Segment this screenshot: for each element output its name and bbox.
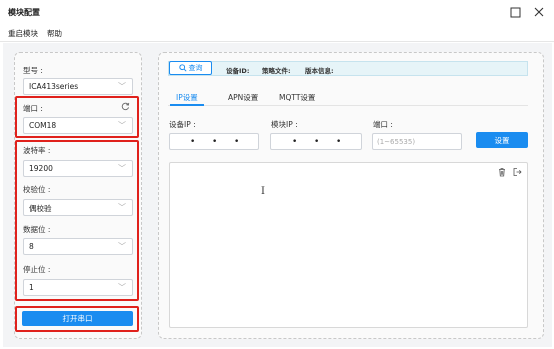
port-value: COM18 bbox=[29, 121, 57, 130]
port-select[interactable]: COM18 ﹀ bbox=[23, 117, 133, 134]
chevron-down-icon: ﹀ bbox=[118, 242, 126, 251]
parity-select[interactable]: 偶校验 ﹀ bbox=[23, 199, 133, 216]
query-button[interactable]: 查询 bbox=[169, 61, 212, 75]
search-icon bbox=[178, 64, 187, 72]
device-ip-input[interactable]: • • • bbox=[169, 133, 259, 150]
stop-bits-select[interactable]: 1 ﹀ bbox=[23, 279, 133, 296]
window-title: 模块配置 bbox=[8, 8, 40, 17]
model-value: ICA413series bbox=[29, 82, 79, 91]
export-icon[interactable] bbox=[511, 166, 523, 178]
data-bits-select[interactable]: 8 ﹀ bbox=[23, 238, 133, 255]
title-bar: 模块配置 bbox=[0, 0, 554, 24]
log-output-area[interactable] bbox=[169, 162, 528, 328]
close-icon bbox=[534, 7, 544, 17]
port-number-input[interactable] bbox=[377, 135, 461, 149]
menu-item-restart-module[interactable]: 重启模块 bbox=[8, 28, 38, 39]
port-number-field[interactable] bbox=[372, 133, 462, 150]
baud-rate-label: 波特率 : bbox=[23, 146, 51, 155]
active-tab-indicator bbox=[170, 104, 204, 106]
data-bits-label: 数据位 : bbox=[23, 225, 51, 234]
stop-bits-value: 1 bbox=[29, 283, 34, 292]
data-bits-value: 8 bbox=[29, 242, 34, 251]
tabs-divider bbox=[168, 105, 528, 106]
tab-apn-settings[interactable]: APN设置 bbox=[228, 92, 258, 103]
query-button-label: 查询 bbox=[188, 64, 203, 72]
parity-value: 偶校验 bbox=[29, 204, 52, 213]
chevron-down-icon: ﹀ bbox=[118, 283, 126, 292]
device-ip-label: 设备IP : bbox=[169, 120, 196, 129]
tab-mqtt-settings[interactable]: MQTT设置 bbox=[279, 92, 315, 103]
chevron-down-icon: ﹀ bbox=[118, 203, 126, 212]
tab-ip-settings[interactable]: IP设置 bbox=[176, 92, 198, 103]
trash-icon[interactable] bbox=[496, 166, 508, 178]
chevron-down-icon: ﹀ bbox=[118, 164, 126, 173]
port-number-label: 端口 : bbox=[373, 120, 393, 129]
refresh-icon[interactable] bbox=[121, 102, 130, 111]
menu-item-help[interactable]: 帮助 bbox=[47, 28, 62, 39]
port-label: 端口 : bbox=[23, 104, 43, 113]
minimize-icon bbox=[510, 7, 520, 17]
stop-bits-label: 停止位 : bbox=[23, 265, 51, 274]
close-button[interactable] bbox=[530, 4, 548, 20]
chevron-down-icon: ﹀ bbox=[118, 82, 126, 91]
model-label: 型号 : bbox=[23, 66, 43, 75]
device-id-label: 设备ID: bbox=[226, 67, 250, 75]
open-serial-port-button[interactable]: 打开串口 bbox=[22, 311, 133, 326]
strategy-file-label: 策略文件: bbox=[262, 67, 291, 75]
device-info-bar bbox=[168, 61, 528, 76]
text-cursor-icon: I bbox=[261, 186, 265, 197]
baud-rate-value: 19200 bbox=[29, 164, 53, 173]
module-ip-input[interactable]: • • • bbox=[270, 133, 362, 150]
module-ip-label: 模块IP : bbox=[271, 120, 298, 129]
menu-bar: 重启模块 帮助 bbox=[0, 24, 554, 42]
baud-rate-select[interactable]: 19200 ﹀ bbox=[23, 160, 133, 177]
version-info-label: 版本信息: bbox=[305, 67, 334, 75]
chevron-down-icon: ﹀ bbox=[118, 121, 126, 130]
parity-label: 校验位 : bbox=[23, 185, 51, 194]
minimize-button[interactable] bbox=[506, 4, 524, 20]
set-button[interactable]: 设置 bbox=[476, 132, 528, 148]
model-select[interactable]: ICA413series ﹀ bbox=[23, 78, 133, 95]
